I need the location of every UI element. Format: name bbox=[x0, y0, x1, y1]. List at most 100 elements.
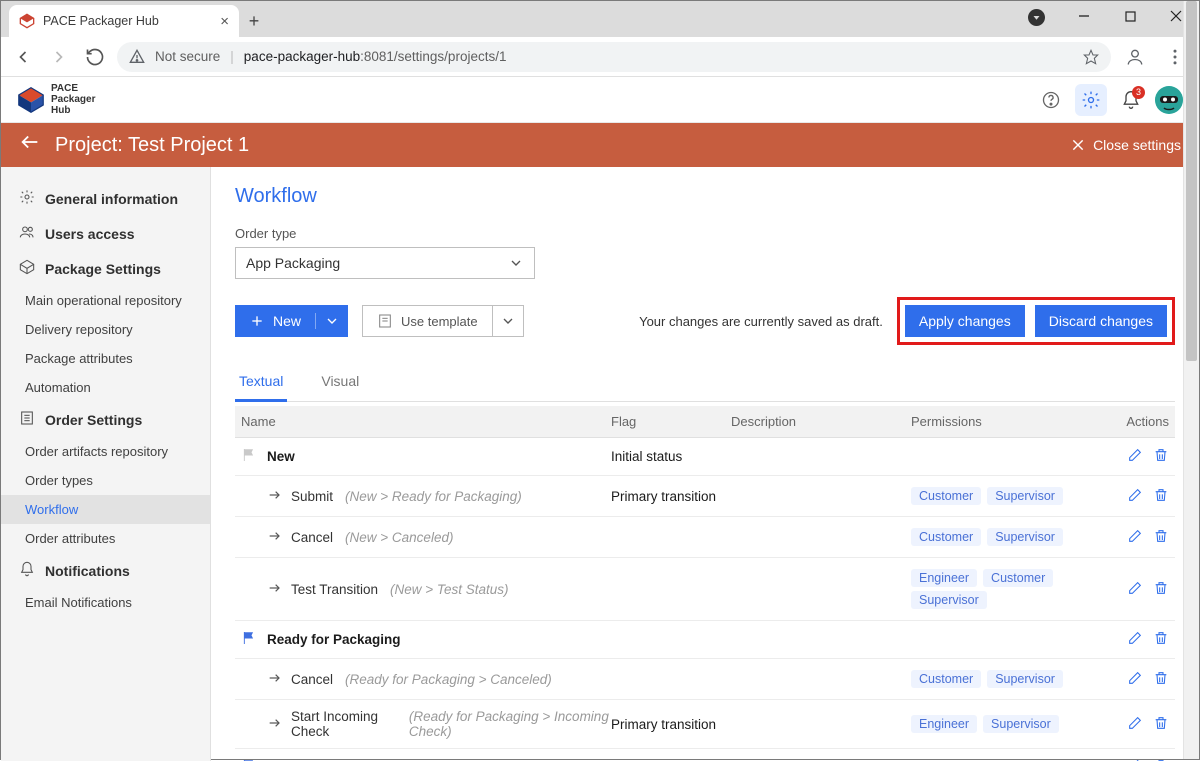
delete-icon[interactable] bbox=[1153, 528, 1169, 547]
sidebar-item-order-artifacts-repository[interactable]: Order artifacts repository bbox=[1, 437, 210, 466]
edit-icon[interactable] bbox=[1127, 528, 1143, 547]
delete-icon[interactable] bbox=[1153, 580, 1169, 599]
nav-forward-button[interactable] bbox=[45, 43, 73, 71]
new-tab-button[interactable]: + bbox=[239, 11, 269, 32]
gear-icon bbox=[19, 189, 35, 208]
sidebar-section-package-settings[interactable]: Package Settings bbox=[1, 251, 210, 286]
delete-icon[interactable] bbox=[1153, 630, 1169, 649]
notification-bell-icon[interactable]: 3 bbox=[1115, 84, 1147, 116]
edit-icon[interactable] bbox=[1127, 447, 1143, 466]
sidebar-item-workflow[interactable]: Workflow bbox=[1, 495, 210, 524]
use-template-dropdown[interactable] bbox=[492, 305, 524, 337]
sidebar-item-delivery-repository[interactable]: Delivery repository bbox=[1, 315, 210, 344]
sidebar-section-general-information[interactable]: General information bbox=[1, 181, 210, 216]
sidebar-item-order-attributes[interactable]: Order attributes bbox=[1, 524, 210, 553]
main-area: General information Users access Package S… bbox=[1, 167, 1199, 761]
scrollbar[interactable] bbox=[1183, 1, 1199, 759]
settings-gear-icon[interactable] bbox=[1075, 84, 1107, 116]
transition-path: (New > Test Status) bbox=[390, 582, 508, 597]
apply-changes-button[interactable]: Apply changes bbox=[905, 305, 1025, 337]
window-minimize-button[interactable] bbox=[1061, 1, 1107, 31]
delete-icon[interactable] bbox=[1153, 487, 1169, 506]
nav-reload-button[interactable] bbox=[81, 43, 109, 71]
app-logo[interactable]: PACE Packager Hub bbox=[17, 83, 95, 116]
view-tabs: Textual Visual bbox=[235, 365, 1175, 402]
permission-chip[interactable]: Engineer bbox=[911, 715, 977, 733]
permission-chip[interactable]: Customer bbox=[911, 528, 981, 546]
app-logo-text: PACE Packager Hub bbox=[51, 83, 95, 116]
chevron-down-icon bbox=[324, 313, 340, 329]
star-icon[interactable] bbox=[1083, 49, 1099, 65]
tab-textual[interactable]: Textual bbox=[235, 365, 287, 402]
profile-icon[interactable] bbox=[1119, 41, 1151, 73]
delete-icon[interactable] bbox=[1153, 670, 1169, 689]
settings-sidebar: General information Users access Package S… bbox=[1, 167, 211, 761]
transition-name: Cancel bbox=[291, 530, 333, 545]
plus-icon bbox=[249, 313, 265, 329]
sidebar-item-package-attributes[interactable]: Package attributes bbox=[1, 344, 210, 373]
arrow-right-icon bbox=[267, 715, 283, 734]
close-settings-button[interactable]: Close settings bbox=[1071, 137, 1181, 153]
transition-path: (New > Ready for Packaging) bbox=[345, 489, 522, 504]
edit-icon[interactable] bbox=[1127, 487, 1143, 506]
col-header-perm: Permissions bbox=[911, 414, 1079, 429]
transition-row: Cancel(Ready for Packaging > Canceled) C… bbox=[235, 659, 1175, 700]
order-type-select[interactable]: App Packaging bbox=[235, 247, 535, 279]
sidebar-item-order-types[interactable]: Order types bbox=[1, 466, 210, 495]
sidebar-item-email-notifications[interactable]: Email Notifications bbox=[1, 588, 210, 617]
edit-icon[interactable] bbox=[1127, 670, 1143, 689]
nav-back-button[interactable] bbox=[9, 43, 37, 71]
edit-icon[interactable] bbox=[1127, 630, 1143, 649]
permission-chip[interactable]: Customer bbox=[911, 670, 981, 688]
tab-close-icon[interactable]: × bbox=[220, 13, 229, 30]
page-title: Workflow bbox=[235, 185, 1175, 208]
permission-chip[interactable]: Customer bbox=[911, 487, 981, 505]
delete-icon[interactable] bbox=[1153, 715, 1169, 734]
sidebar-item-automation[interactable]: Automation bbox=[1, 373, 210, 402]
arrow-right-icon bbox=[267, 670, 283, 689]
edit-icon[interactable] bbox=[1127, 580, 1143, 599]
perm-cell: Engineer Supervisor bbox=[911, 713, 1079, 735]
permission-chip[interactable]: Supervisor bbox=[983, 715, 1059, 733]
permission-chip[interactable]: Supervisor bbox=[987, 670, 1063, 688]
tab-visual[interactable]: Visual bbox=[317, 365, 363, 402]
permission-chip[interactable]: Engineer bbox=[911, 569, 977, 587]
use-template-button[interactable]: Use template bbox=[362, 305, 492, 337]
discard-changes-button[interactable]: Discard changes bbox=[1035, 305, 1167, 337]
project-title: Project: Test Project 1 bbox=[55, 134, 249, 157]
new-button-dropdown[interactable] bbox=[316, 313, 348, 329]
url-input[interactable]: Not secure | pace-packager-hub:8081/sett… bbox=[117, 42, 1111, 72]
project-back-icon[interactable] bbox=[19, 131, 41, 159]
new-button[interactable]: New bbox=[235, 305, 348, 337]
permission-chip[interactable]: Supervisor bbox=[987, 487, 1063, 505]
help-icon[interactable] bbox=[1035, 84, 1067, 116]
sidebar-section-order-settings[interactable]: Order Settings bbox=[1, 402, 210, 437]
edit-icon[interactable] bbox=[1127, 715, 1143, 734]
order-type-value: App Packaging bbox=[246, 255, 340, 271]
window-controls bbox=[1061, 1, 1199, 31]
project-bar: Project: Test Project 1 Close settings bbox=[1, 123, 1199, 167]
account-dot-icon[interactable] bbox=[1028, 9, 1045, 26]
delete-icon[interactable] bbox=[1153, 447, 1169, 466]
template-icon bbox=[377, 313, 393, 329]
cube-logo-icon bbox=[17, 86, 45, 114]
permission-chip[interactable]: Supervisor bbox=[987, 528, 1063, 546]
permission-chip[interactable]: Customer bbox=[983, 569, 1053, 587]
sidebar-section-label: Users access bbox=[45, 226, 135, 242]
transition-row: Cancel(New > Canceled) CustomerSuperviso… bbox=[235, 517, 1175, 558]
avatar[interactable] bbox=[1155, 86, 1183, 114]
sidebar-section-notifications[interactable]: Notifications bbox=[1, 553, 210, 588]
url-path: :8081/settings/projects/1 bbox=[360, 49, 506, 64]
col-header-actions: Actions bbox=[1079, 414, 1169, 429]
sidebar-item-main-operational-repository[interactable]: Main operational repository bbox=[1, 286, 210, 315]
sidebar-section-users-access[interactable]: Users access bbox=[1, 216, 210, 251]
app-header: PACE Packager Hub 3 bbox=[1, 77, 1199, 123]
browser-tab-active[interactable]: PACE Packager Hub × bbox=[9, 5, 239, 37]
col-header-name: Name bbox=[241, 414, 611, 429]
scrollbar-thumb[interactable] bbox=[1186, 1, 1197, 361]
sidebar-section-label: Package Settings bbox=[45, 261, 161, 277]
permission-chip[interactable]: Supervisor bbox=[911, 591, 987, 609]
transition-path: (Ready for Packaging > Canceled) bbox=[345, 672, 552, 687]
window-maximize-button[interactable] bbox=[1107, 1, 1153, 31]
draft-notice-text: Your changes are currently saved as draf… bbox=[639, 314, 883, 329]
